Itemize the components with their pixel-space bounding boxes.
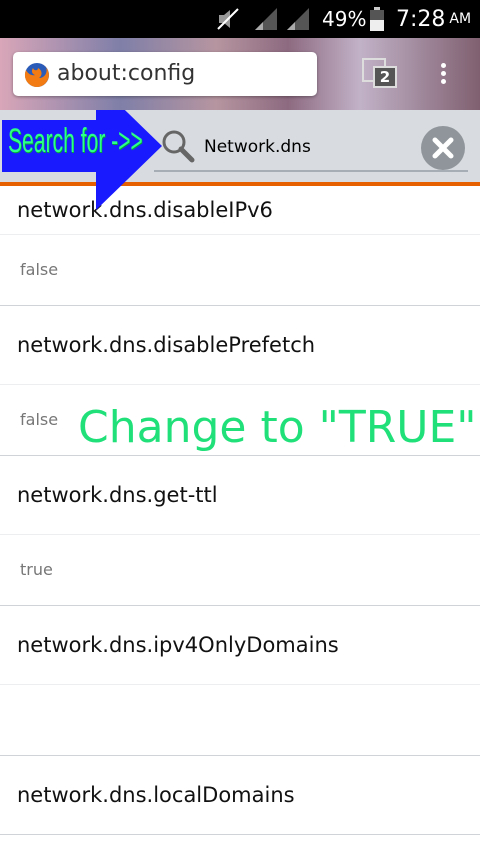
url-text: about:config (57, 61, 196, 86)
url-bar[interactable]: about:config (13, 52, 317, 96)
pref-name: network.dns.localDomains (17, 783, 295, 807)
search-underline (154, 170, 468, 172)
tab-count-badge[interactable]: 2 (373, 66, 397, 88)
clock: 7:28 AM (396, 0, 471, 38)
signal-icon (285, 0, 311, 38)
overflow-menu-icon[interactable] (436, 60, 450, 90)
mute-icon (215, 0, 241, 38)
pref-row[interactable]: network.dns.get-ttl true (0, 456, 480, 606)
pref-name: network.dns.get-ttl (17, 483, 218, 507)
close-icon (432, 137, 454, 159)
signal-icon (253, 0, 279, 38)
browser-toolbar: about:config 2 (0, 38, 480, 110)
pref-name: network.dns.ipv4OnlyDomains (17, 633, 339, 657)
pref-value: true (0, 534, 480, 605)
pref-name: network.dns.disablePrefetch (17, 333, 316, 357)
pref-row[interactable]: network.dns.ipv4OnlyDomains (0, 606, 480, 756)
search-input[interactable] (204, 134, 414, 160)
preference-list: network.dns.disableIPv6 false network.dn… (0, 186, 480, 835)
battery-icon (370, 0, 384, 38)
clock-ampm: AM (449, 11, 472, 27)
annotation-search-for: Search for ->> (8, 122, 143, 160)
pref-value: false (0, 234, 480, 305)
clock-time: 7:28 (396, 6, 446, 32)
pref-value (0, 684, 480, 755)
clear-search-button[interactable] (421, 126, 465, 170)
status-bar: 49% 7:28 AM (0, 0, 480, 38)
battery-percent: 49% (322, 7, 367, 31)
annotation-change-to: Change to "TRUE" (78, 402, 477, 453)
pref-row[interactable]: network.dns.localDomains (0, 756, 480, 835)
firefox-logo-icon (24, 62, 50, 92)
